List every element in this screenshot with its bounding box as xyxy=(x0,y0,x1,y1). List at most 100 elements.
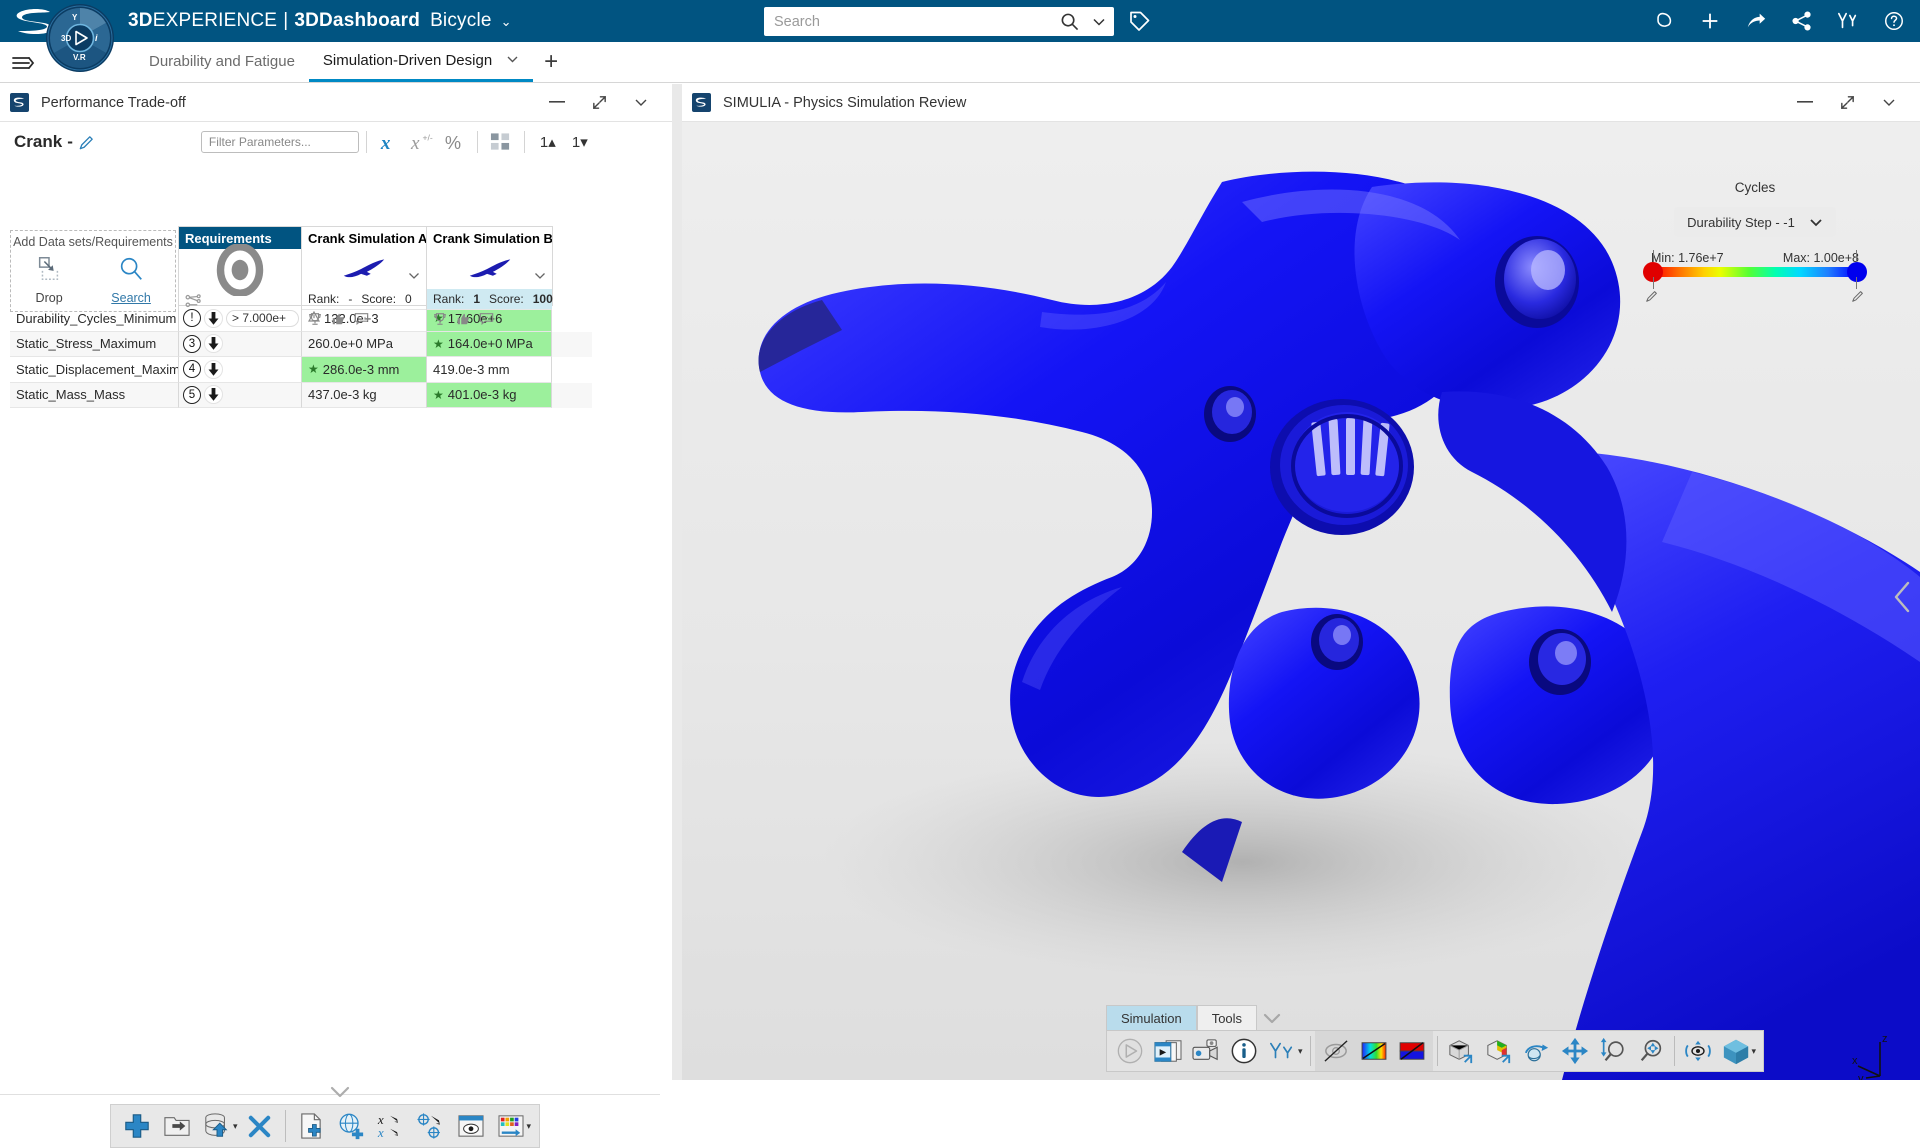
search-box[interactable] xyxy=(764,7,1114,36)
minimize-icon[interactable] xyxy=(1784,88,1826,118)
view-normal-icon[interactable] xyxy=(1679,1032,1717,1070)
pan-icon[interactable] xyxy=(1556,1032,1594,1070)
durability-step-select[interactable]: Durability Step - -1 xyxy=(1674,207,1836,237)
column-requirements[interactable]: Requirements xyxy=(178,226,302,307)
table-row[interactable]: Static_Mass_Mass 5 437.0e-3 kg ★ 401.0e-… xyxy=(10,382,592,408)
column-crank-simulation-a[interactable]: Crank Simulation A. ⣿ Rank: - Score: 0 xyxy=(302,226,427,325)
x-variable-icon[interactable]: x xyxy=(374,127,406,157)
color-scale-bar[interactable] xyxy=(1643,250,1867,302)
contour-plot-icon[interactable] xyxy=(1355,1032,1393,1070)
requirement-value[interactable]: > 7.000e+ xyxy=(226,309,299,327)
zoom-vertical-icon[interactable] xyxy=(1594,1032,1632,1070)
panel-chevron-down-icon[interactable] xyxy=(620,88,662,118)
direction-down-icon[interactable] xyxy=(204,359,223,379)
database-upload-icon[interactable] xyxy=(197,1106,237,1146)
direction-down-icon[interactable] xyxy=(204,308,223,328)
row-requirement-cell[interactable]: 4 xyxy=(178,357,302,383)
diagonal-fill-icon[interactable] xyxy=(1393,1032,1431,1070)
add-global-icon[interactable] xyxy=(331,1106,371,1146)
percent-icon[interactable]: % xyxy=(438,127,470,157)
animation-frames-icon[interactable] xyxy=(1149,1032,1187,1070)
new-document-icon[interactable] xyxy=(291,1106,331,1146)
x-plusminus-variable-icon[interactable]: x +/- xyxy=(406,127,438,157)
matrix-view-icon[interactable] xyxy=(485,127,517,157)
panel-chevron-down-icon[interactable] xyxy=(1868,88,1910,118)
edit-min-pencil-icon[interactable] xyxy=(1645,289,1659,303)
open-folder-icon[interactable] xyxy=(157,1106,197,1146)
drop-action[interactable]: Drop xyxy=(35,255,63,305)
table-row[interactable]: Static_Stress_Maximum 3 260.0e+0 MPa ★ 1… xyxy=(10,331,592,357)
table-row[interactable]: Static_Displacement_Maxim... 4 ★ 286.0e-… xyxy=(10,357,592,383)
xy-plot-dropdown-caret[interactable]: ▾ xyxy=(1298,1046,1303,1057)
search-label[interactable]: Search xyxy=(111,291,151,305)
edit-pencil-icon[interactable] xyxy=(78,134,95,151)
notification-bell-icon[interactable] xyxy=(1652,9,1676,33)
chevron-down-icon[interactable]: ⌄ xyxy=(501,14,512,30)
add-datasets-dropzone[interactable]: Add Data sets/Requirements Drop Search xyxy=(10,230,176,312)
3d-viewport[interactable]: Cycles Durability Step - -1 Min: 1.76e+7… xyxy=(682,122,1920,1080)
column-crank-simulation-b[interactable]: Crank Simulation B. ⣿ Rank: 1 Score: 100 xyxy=(427,226,553,325)
delete-x-icon[interactable] xyxy=(240,1106,280,1146)
toolbar-collapse-chevron-icon[interactable] xyxy=(1257,1005,1287,1030)
column-chevron-down-icon[interactable] xyxy=(534,269,546,283)
video-capture-icon[interactable] xyxy=(1187,1032,1225,1070)
chevron-down-icon[interactable] xyxy=(1809,215,1823,230)
search-action[interactable]: Search xyxy=(111,255,151,305)
3dplay-icon[interactable] xyxy=(1836,9,1860,33)
rotate-hand-icon[interactable] xyxy=(1518,1032,1556,1070)
legend-max-handle[interactable] xyxy=(1847,262,1867,282)
swap-variables-icon[interactable]: xx xyxy=(371,1106,411,1146)
direction-down-icon[interactable] xyxy=(204,385,223,405)
tab-tools[interactable]: Tools xyxy=(1196,1005,1258,1030)
filter-parameters-input[interactable] xyxy=(200,131,359,153)
tab-simulation[interactable]: Simulation xyxy=(1106,1005,1197,1030)
colormap-dropdown-caret[interactable]: ▾ xyxy=(527,1121,532,1132)
tag-icon[interactable] xyxy=(1126,9,1152,35)
hide-symbols-icon[interactable] xyxy=(1317,1032,1355,1070)
column-thumbnail[interactable] xyxy=(427,249,552,289)
swap-targets-icon[interactable] xyxy=(411,1106,451,1146)
preview-window-icon[interactable] xyxy=(451,1106,491,1146)
add-dataset-icon[interactable] xyxy=(117,1106,157,1146)
column-thumbnail[interactable] xyxy=(302,249,426,289)
menu-icon[interactable] xyxy=(10,52,36,74)
zoom-fit-icon[interactable] xyxy=(1632,1032,1670,1070)
view-cube-dropdown-caret[interactable]: ▾ xyxy=(1752,1046,1757,1057)
column-chevron-down-icon[interactable] xyxy=(408,269,420,283)
xy-plot-icon[interactable] xyxy=(1263,1032,1301,1070)
expand-icon[interactable] xyxy=(1826,88,1868,118)
color-map-swap-icon[interactable] xyxy=(491,1106,531,1146)
social-share-icon[interactable] xyxy=(1790,9,1814,33)
3dexperience-compass[interactable]: 3D i V.R Y xyxy=(44,2,116,74)
panel-splitter[interactable] xyxy=(672,84,682,1080)
info-icon[interactable] xyxy=(1225,1032,1263,1070)
row-requirement-cell[interactable]: 3 xyxy=(178,331,302,357)
collapse-chevron-icon[interactable] xyxy=(328,1084,352,1100)
expand-icon[interactable] xyxy=(578,88,620,118)
sort-ascending-icon[interactable]: 1▴ xyxy=(532,127,564,157)
brand-context[interactable]: Bicycle xyxy=(430,10,492,32)
direction-down-icon[interactable] xyxy=(204,334,223,354)
view-cube-icon[interactable] xyxy=(1717,1032,1755,1070)
tab-chevron-down-icon[interactable] xyxy=(506,53,519,67)
add-tab-button[interactable]: + xyxy=(533,41,569,82)
search-icon[interactable] xyxy=(1054,12,1084,31)
sort-descending-icon[interactable]: 1▾ xyxy=(564,127,596,157)
add-icon[interactable] xyxy=(1698,9,1722,33)
cube-color-expand-icon[interactable] xyxy=(1480,1032,1518,1070)
tab-simulation-driven-design[interactable]: Simulation-Driven Design xyxy=(308,41,534,82)
mesh-expand-icon[interactable] xyxy=(1442,1032,1480,1070)
share-arrow-icon[interactable] xyxy=(1744,9,1768,33)
minimize-icon[interactable] xyxy=(536,88,578,118)
tab-durability-and-fatigue[interactable]: Durability and Fatigue xyxy=(135,41,309,82)
column-actions[interactable] xyxy=(302,309,426,327)
play-icon[interactable] xyxy=(1111,1032,1149,1070)
row-requirement-cell[interactable]: 5 xyxy=(178,382,302,408)
edit-max-pencil-icon[interactable] xyxy=(1851,289,1865,303)
search-chevron-down-icon[interactable] xyxy=(1084,17,1114,27)
help-icon[interactable] xyxy=(1882,9,1906,33)
search-input[interactable] xyxy=(764,8,1054,35)
database-dropdown-caret[interactable]: ▾ xyxy=(233,1121,238,1132)
viewport-collapse-left-icon[interactable] xyxy=(1890,577,1916,617)
column-actions[interactable] xyxy=(427,309,552,327)
